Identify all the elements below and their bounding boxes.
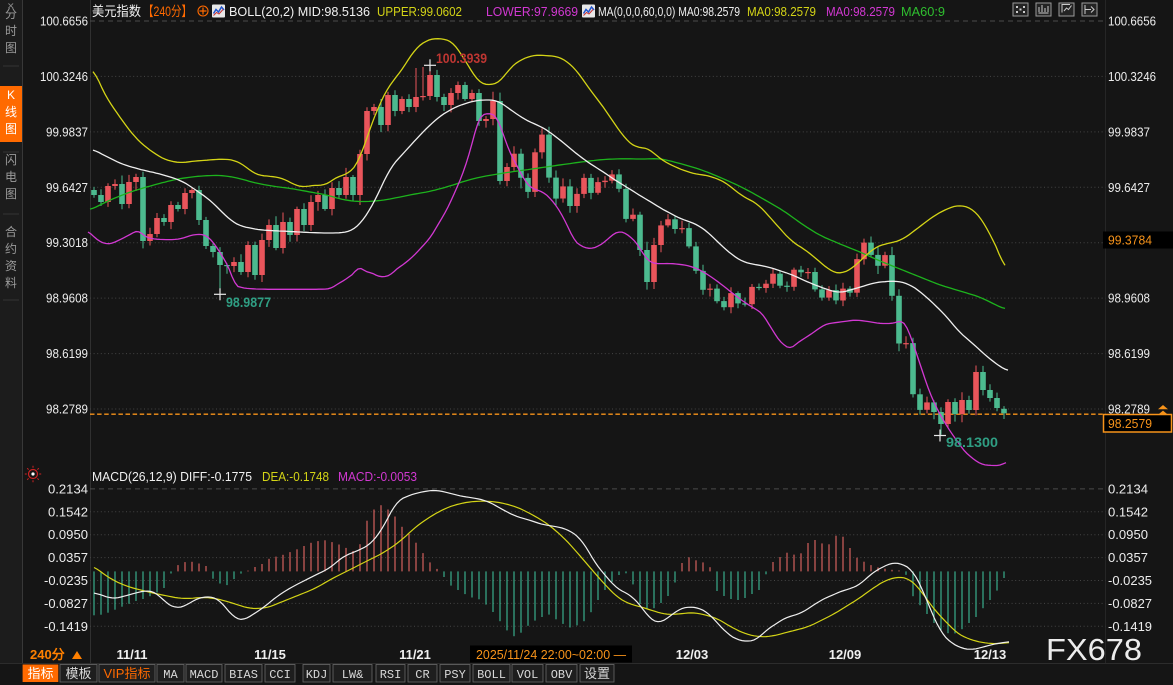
svg-text:99.3018: 99.3018 xyxy=(46,235,88,250)
svg-text:98.2579: 98.2579 xyxy=(1108,416,1152,431)
svg-text:电: 电 xyxy=(5,170,17,184)
svg-text:-0.1419: -0.1419 xyxy=(44,619,88,634)
svg-text:PSY: PSY xyxy=(444,668,466,682)
svg-text:模板: 模板 xyxy=(65,666,91,681)
svg-text:LW&: LW& xyxy=(342,668,364,682)
svg-text:FX678: FX678 xyxy=(1046,632,1142,667)
svg-text:-0.0827: -0.0827 xyxy=(44,596,88,611)
svg-text:99.9837: 99.9837 xyxy=(46,124,88,139)
svg-text:MA(0,0,0,60,0,0) MA0:98.2579: MA(0,0,0,60,0,0) MA0:98.2579 xyxy=(598,4,740,19)
svg-text:99.6427: 99.6427 xyxy=(46,180,88,195)
svg-text:11/21: 11/21 xyxy=(399,647,431,662)
svg-text:闪: 闪 xyxy=(5,153,17,167)
svg-text:98.1300: 98.1300 xyxy=(946,435,998,450)
svg-text:-0.0235: -0.0235 xyxy=(1108,573,1152,588)
svg-text:VOL: VOL xyxy=(517,668,539,682)
svg-text:98.2789: 98.2789 xyxy=(46,402,88,417)
svg-text:11/11: 11/11 xyxy=(116,647,147,662)
svg-text:MA0:98.2579: MA0:98.2579 xyxy=(826,4,895,19)
svg-text:料: 料 xyxy=(5,276,17,290)
svg-text:图: 图 xyxy=(5,187,17,201)
svg-text:98.6199: 98.6199 xyxy=(1108,346,1150,361)
svg-text:BOLL: BOLL xyxy=(477,668,506,682)
svg-text:0.1542: 0.1542 xyxy=(1108,504,1148,519)
svg-text:K: K xyxy=(7,88,15,102)
svg-text:指标: 指标 xyxy=(27,666,53,681)
svg-text:0.0950: 0.0950 xyxy=(1108,527,1148,542)
svg-text:100.6656: 100.6656 xyxy=(40,14,88,29)
svg-text:98.9877: 98.9877 xyxy=(226,295,271,310)
svg-text:2025/11/24 22:00~02:00 —: 2025/11/24 22:00~02:00 — xyxy=(476,647,626,662)
svg-text:99.3784: 99.3784 xyxy=(1108,232,1152,247)
svg-text:CCI: CCI xyxy=(269,668,291,682)
svg-text:MACD: MACD xyxy=(190,668,219,682)
svg-text:DEA:-0.1748: DEA:-0.1748 xyxy=(262,469,329,484)
svg-text:MACD:-0.0053: MACD:-0.0053 xyxy=(338,469,417,484)
svg-text:-0.0827: -0.0827 xyxy=(1108,596,1152,611)
svg-text:100.3246: 100.3246 xyxy=(40,69,88,84)
svg-text:0.0950: 0.0950 xyxy=(48,527,88,542)
svg-text:MA60:9: MA60:9 xyxy=(901,4,945,19)
svg-text:12/13: 12/13 xyxy=(974,647,1007,662)
svg-text:99.6427: 99.6427 xyxy=(1108,180,1150,195)
svg-text:98.9608: 98.9608 xyxy=(1108,291,1150,306)
svg-text:100.6656: 100.6656 xyxy=(1108,14,1156,29)
svg-text:分: 分 xyxy=(5,7,17,21)
svg-text:BOLL(20,2) MID:98.5136: BOLL(20,2) MID:98.5136 xyxy=(229,4,370,19)
svg-text:MA: MA xyxy=(163,668,178,682)
svg-text:100.3246: 100.3246 xyxy=(1108,69,1156,84)
svg-text:时: 时 xyxy=(5,24,17,38)
svg-text:0.2134: 0.2134 xyxy=(1108,481,1148,496)
svg-text:0.1542: 0.1542 xyxy=(48,504,88,519)
svg-text:线: 线 xyxy=(5,105,17,119)
svg-text:CR: CR xyxy=(415,668,429,682)
svg-text:240分: 240分 xyxy=(30,647,65,662)
svg-text:100.3939: 100.3939 xyxy=(436,51,487,66)
svg-text:VIP指标: VIP指标 xyxy=(104,666,151,681)
svg-text:12/09: 12/09 xyxy=(829,647,862,662)
svg-text:11/15: 11/15 xyxy=(254,647,286,662)
svg-text:-0.0235: -0.0235 xyxy=(44,573,88,588)
svg-text:约: 约 xyxy=(5,241,17,256)
svg-text:MA0:98.2579: MA0:98.2579 xyxy=(747,4,816,19)
svg-text:98.6199: 98.6199 xyxy=(46,346,88,361)
svg-text:UPPER:99.0602: UPPER:99.0602 xyxy=(377,4,462,19)
svg-text:99.9837: 99.9837 xyxy=(1108,124,1150,139)
svg-text:图: 图 xyxy=(5,41,17,55)
svg-text:合: 合 xyxy=(5,224,17,239)
svg-text:12/03: 12/03 xyxy=(676,647,709,662)
svg-text:设置: 设置 xyxy=(584,666,610,681)
svg-text:美元指数: 美元指数 xyxy=(92,4,141,19)
svg-text:98.9608: 98.9608 xyxy=(46,291,88,306)
svg-text:图: 图 xyxy=(5,122,17,136)
svg-text:0.0357: 0.0357 xyxy=(48,550,88,565)
svg-text:资: 资 xyxy=(5,259,17,273)
svg-text:BIAS: BIAS xyxy=(229,668,258,682)
svg-text:0.2134: 0.2134 xyxy=(48,481,88,496)
svg-text:MACD(26,12,9) DIFF:-0.1775: MACD(26,12,9) DIFF:-0.1775 xyxy=(92,469,252,484)
svg-text:OBV: OBV xyxy=(551,668,573,682)
svg-text:KDJ: KDJ xyxy=(306,668,328,682)
svg-text:RSI: RSI xyxy=(380,668,402,682)
svg-text:LOWER:97.9669: LOWER:97.9669 xyxy=(486,4,578,19)
svg-text:0.0357: 0.0357 xyxy=(1108,550,1148,565)
svg-text:【240分】: 【240分】 xyxy=(143,4,192,19)
